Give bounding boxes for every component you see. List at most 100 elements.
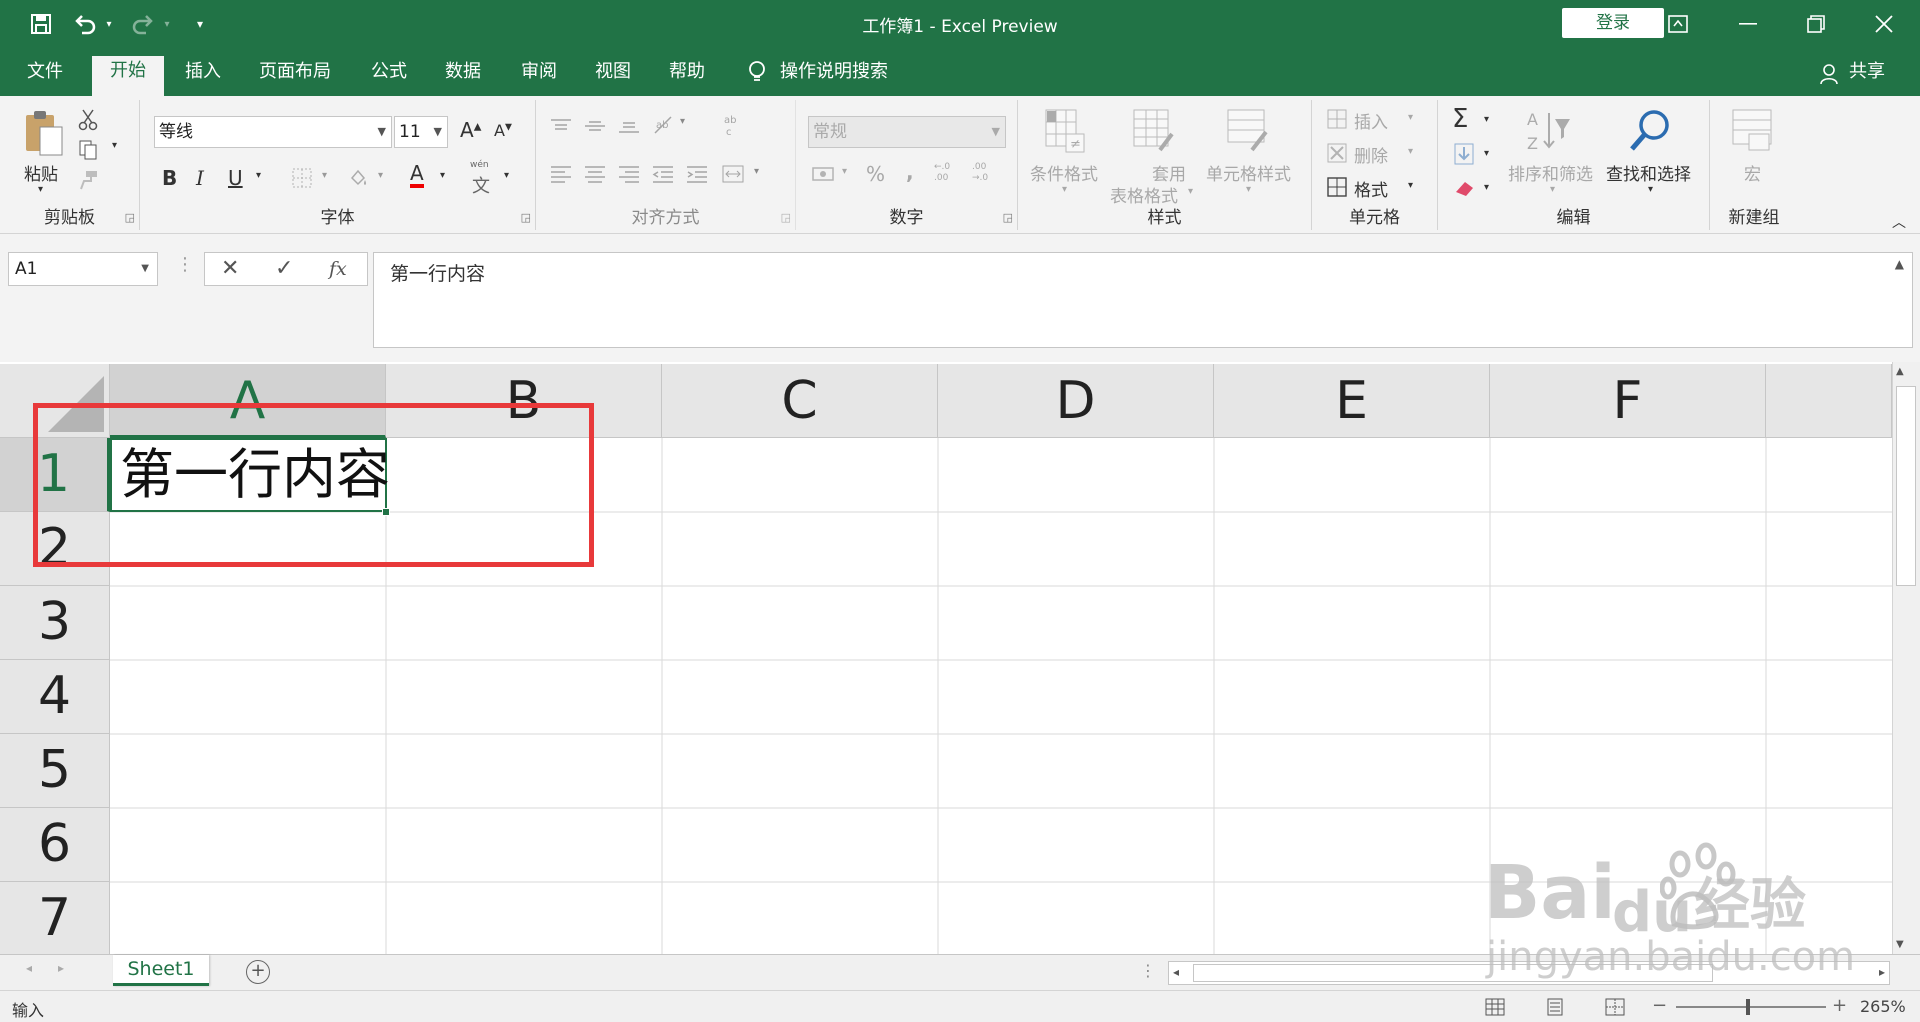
- tab-data[interactable]: 数据: [432, 58, 494, 96]
- font-launcher-icon[interactable]: ◲: [521, 211, 531, 224]
- orientation-dropdown-icon[interactable]: ▾: [680, 116, 685, 127]
- tab-help[interactable]: 帮助: [656, 58, 718, 96]
- align-right-icon[interactable]: [616, 162, 642, 186]
- zoom-slider-track[interactable]: [1676, 1006, 1826, 1008]
- format-cells-icon[interactable]: [1326, 176, 1348, 198]
- tell-me-search[interactable]: 操作说明搜索: [780, 58, 920, 96]
- zoom-slider-thumb[interactable]: [1746, 999, 1750, 1015]
- decrease-indent-icon[interactable]: [650, 162, 676, 186]
- orientation-icon[interactable]: ab: [650, 112, 676, 138]
- cell-styles-dropdown-icon[interactable]: ▾: [1246, 184, 1251, 195]
- underline-button[interactable]: U: [228, 166, 243, 190]
- undo-dropdown-icon[interactable]: ▾: [102, 0, 116, 48]
- alignment-launcher-icon[interactable]: ◲: [781, 211, 791, 224]
- vertical-scrollbar[interactable]: ▲ ▼: [1892, 362, 1920, 954]
- font-color-dropdown-icon[interactable]: ▾: [440, 170, 445, 181]
- cell-styles-icon[interactable]: [1224, 106, 1270, 156]
- macro-icon[interactable]: [1728, 106, 1778, 156]
- row-header-5[interactable]: 5: [0, 734, 110, 808]
- italic-button[interactable]: I: [196, 166, 204, 190]
- fill-dropdown-icon[interactable]: ▾: [1484, 148, 1489, 159]
- number-format-combo[interactable]: 常规 ▼: [808, 116, 1006, 148]
- scroll-up-icon[interactable]: ▲: [1896, 366, 1904, 377]
- row-header-7[interactable]: 7: [0, 882, 110, 954]
- align-center-icon[interactable]: [582, 162, 608, 186]
- autosum-icon[interactable]: Σ: [1452, 104, 1468, 134]
- vertical-scroll-thumb[interactable]: [1896, 386, 1916, 586]
- delete-cells-button[interactable]: 删除: [1354, 142, 1388, 167]
- undo-icon[interactable]: [70, 0, 100, 48]
- minimize-icon[interactable]: [1734, 0, 1762, 48]
- collapse-ribbon-icon[interactable]: ︿: [1892, 212, 1906, 232]
- format-cells-button[interactable]: 格式: [1354, 176, 1388, 201]
- clear-dropdown-icon[interactable]: ▾: [1484, 182, 1489, 193]
- scroll-down-icon[interactable]: ▼: [1896, 939, 1904, 950]
- tab-view[interactable]: 视图: [582, 58, 644, 96]
- format-as-table-dropdown-icon[interactable]: ▾: [1188, 186, 1193, 197]
- percent-button[interactable]: %: [866, 162, 885, 186]
- redo-dropdown-icon[interactable]: ▾: [160, 0, 174, 48]
- find-select-icon[interactable]: [1624, 106, 1674, 156]
- merge-center-icon[interactable]: [720, 162, 746, 186]
- comma-style-button[interactable]: ,: [906, 160, 914, 184]
- row-header-6[interactable]: 6: [0, 808, 110, 882]
- row-header-3[interactable]: 3: [0, 586, 110, 660]
- fill-color-dropdown-icon[interactable]: ▾: [378, 170, 383, 181]
- tab-split-grip-icon[interactable]: ⋮: [1140, 961, 1156, 980]
- format-as-table-icon[interactable]: [1130, 106, 1176, 156]
- font-size-combo[interactable]: 11 ▼: [394, 116, 448, 148]
- paste-dropdown-icon[interactable]: ▾: [38, 184, 43, 195]
- tab-home[interactable]: 开始: [92, 56, 164, 96]
- close-icon[interactable]: [1870, 0, 1898, 48]
- clear-eraser-icon[interactable]: [1452, 176, 1478, 200]
- paste-button[interactable]: 粘贴: [24, 160, 58, 185]
- column-header-f[interactable]: F: [1490, 364, 1766, 438]
- merge-dropdown-icon[interactable]: ▾: [754, 166, 759, 177]
- column-header-e[interactable]: E: [1214, 364, 1490, 438]
- find-select-button[interactable]: 查找和选择: [1606, 160, 1691, 185]
- macro-button[interactable]: 宏: [1744, 160, 1761, 185]
- font-color-icon[interactable]: A: [410, 162, 424, 188]
- align-middle-icon[interactable]: [582, 114, 608, 138]
- scroll-left-icon[interactable]: ◂: [1173, 965, 1179, 979]
- page-break-view-icon[interactable]: [1604, 997, 1626, 1017]
- tab-formulas[interactable]: 公式: [358, 58, 420, 96]
- scroll-right-icon[interactable]: ▸: [1879, 965, 1885, 979]
- sort-filter-dropdown-icon[interactable]: ▾: [1550, 184, 1555, 195]
- accounting-dropdown-icon[interactable]: ▾: [842, 166, 847, 177]
- insert-function-icon[interactable]: fx: [329, 253, 347, 285]
- paste-icon[interactable]: [20, 106, 66, 158]
- copy-icon[interactable]: [76, 138, 100, 162]
- phonetic-guide-icon[interactable]: 文: [472, 172, 490, 198]
- tab-insert[interactable]: 插入: [172, 58, 234, 96]
- cancel-icon[interactable]: ✕: [221, 253, 239, 285]
- add-sheet-button[interactable]: +: [246, 960, 270, 984]
- find-select-dropdown-icon[interactable]: ▾: [1648, 184, 1653, 195]
- page-layout-view-icon[interactable]: [1544, 997, 1566, 1017]
- font-name-combo[interactable]: 等线 ▼: [154, 116, 392, 148]
- login-button[interactable]: 登录: [1562, 8, 1664, 38]
- phonetic-dropdown-icon[interactable]: ▾: [504, 170, 509, 181]
- column-header-g-partial[interactable]: [1766, 364, 1892, 438]
- align-bottom-icon[interactable]: [616, 114, 642, 138]
- formula-collapse-icon[interactable]: ▲: [1895, 257, 1904, 271]
- increase-font-icon[interactable]: A▲: [460, 118, 481, 142]
- ribbon-display-options-icon[interactable]: [1664, 0, 1692, 48]
- copy-dropdown-icon[interactable]: ▾: [112, 140, 117, 151]
- share-button[interactable]: 共享: [1842, 58, 1892, 96]
- insert-cells-dropdown-icon[interactable]: ▾: [1408, 112, 1413, 123]
- decrease-font-icon[interactable]: A▼: [494, 121, 512, 140]
- borders-dropdown-icon[interactable]: ▾: [322, 170, 327, 181]
- redo-icon[interactable]: [128, 0, 158, 48]
- align-top-icon[interactable]: [548, 114, 574, 138]
- sort-filter-icon[interactable]: AZ: [1524, 106, 1572, 156]
- format-cells-dropdown-icon[interactable]: ▾: [1408, 180, 1413, 191]
- decrease-decimal-button[interactable]: .00 →.0: [972, 162, 1004, 184]
- cut-icon[interactable]: [76, 108, 100, 132]
- tab-review[interactable]: 审阅: [508, 58, 570, 96]
- wrap-text-icon[interactable]: ab c: [720, 110, 746, 140]
- prev-sheet-icon[interactable]: ◂: [26, 961, 32, 975]
- column-header-d[interactable]: D: [938, 364, 1214, 438]
- tab-file[interactable]: 文件: [14, 58, 76, 96]
- insert-cells-icon[interactable]: [1326, 108, 1348, 130]
